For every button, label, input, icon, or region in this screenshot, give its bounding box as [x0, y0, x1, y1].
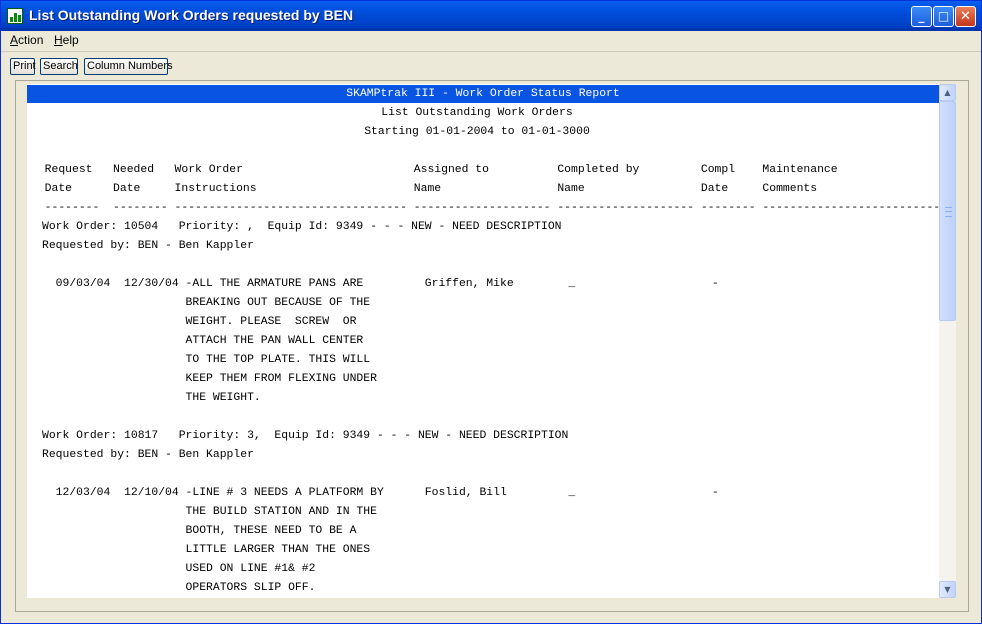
minimize-button[interactable]: _: [911, 6, 932, 27]
close-button[interactable]: ✕: [955, 6, 976, 27]
work-order-requested-by: Requested by: BEN - Ben Kappler: [42, 449, 254, 461]
report-line: KEEP THEM FROM FLEXING UNDER: [42, 373, 377, 385]
report-line: LITTLE LARGER THAN THE ONES: [42, 544, 371, 556]
menu-action[interactable]: Action: [10, 33, 43, 47]
window-title: List Outstanding Work Orders requested b…: [29, 7, 354, 23]
report-line: 12/03/04 12/10/04 -LINE # 3 NEEDS A PLAT…: [42, 487, 719, 499]
report-line: BREAKING OUT BECAUSE OF THE: [42, 297, 371, 309]
app-icon[interactable]: [7, 8, 23, 24]
report-line: OPERATORS SLIP OFF.: [42, 582, 316, 594]
work-order-requested-by: Requested by: BEN - Ben Kappler: [42, 240, 254, 252]
search-button[interactable]: Search: [40, 58, 78, 75]
scroll-down-icon[interactable]: ▼: [939, 581, 956, 598]
report-line: ATTACH THE PAN WALL CENTER: [42, 335, 364, 347]
title-bar[interactable]: List Outstanding Work Orders requested b…: [1, 1, 981, 31]
work-order-header: Work Order: 10817 Priority: 3, Equip Id:…: [42, 430, 569, 442]
column-header-row-2: Date Date Instructions Name Name Date Co…: [31, 183, 818, 195]
window: List Outstanding Work Orders requested b…: [0, 0, 982, 624]
report-subtitle: List Outstanding Work Orders: [381, 107, 573, 119]
report-line: USED ON LINE #1& #2: [42, 563, 316, 575]
report-line: BOOTH, THESE NEED TO BE A: [42, 525, 357, 537]
column-header-row-1: Request Needed Work Order Assigned to Co…: [31, 164, 838, 176]
scrollbar-thumb[interactable]: [939, 101, 956, 321]
report-header: SKAMPtrak III - Work Order Status Report: [27, 85, 939, 103]
report-line: 09/03/04 12/30/04 -ALL THE ARMATURE PANS…: [42, 278, 719, 290]
report-line: THE WEIGHT.: [42, 392, 261, 404]
column-numbers-button[interactable]: Column Numbers: [84, 58, 173, 75]
maximize-button[interactable]: □: [933, 6, 954, 27]
report-view[interactable]: SKAMPtrak III - Work Order Status Report…: [27, 84, 939, 598]
grip-icon: [945, 207, 952, 217]
column-separator-row: -------- -------- ----------------------…: [31, 202, 939, 214]
report-date-range: Starting 01-01-2004 to 01-01-3000: [364, 126, 590, 138]
work-order-header: Work Order: 10504 Priority: , Equip Id: …: [42, 221, 562, 233]
menu-help[interactable]: Help: [54, 33, 79, 47]
menu-bar: Action Help: [1, 31, 981, 52]
report-line: WEIGHT. PLEASE SCREW OR: [42, 316, 357, 328]
vertical-scrollbar[interactable]: ▲ ▼: [939, 84, 956, 598]
print-button[interactable]: Print: [10, 58, 36, 75]
scroll-up-icon[interactable]: ▲: [939, 84, 956, 101]
report-line: THE BUILD STATION AND IN THE: [42, 506, 377, 518]
report-line: TO THE TOP PLATE. THIS WILL: [42, 354, 371, 366]
